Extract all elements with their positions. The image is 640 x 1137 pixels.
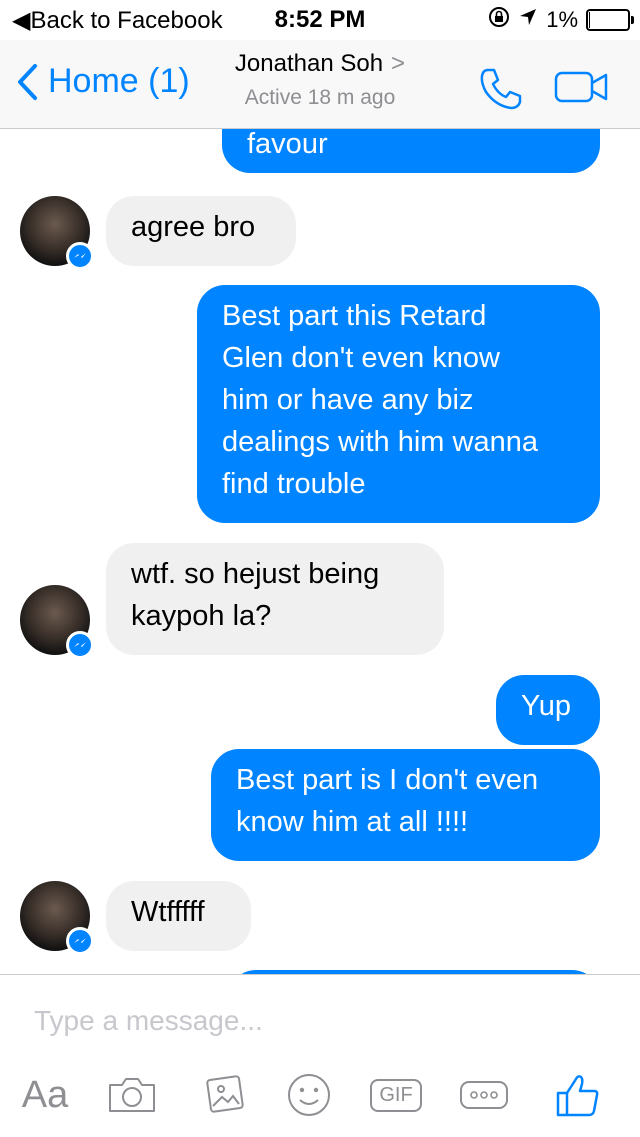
messenger-badge-icon [66,242,94,270]
messenger-badge-icon [66,927,94,955]
contact-name: Jonathan Soh [234,50,384,77]
message-line: wtf. so hejust being [131,558,380,590]
message-bubble-incoming[interactable]: wtf. so hejust being kaypoh la? [106,543,444,655]
phone-icon [480,68,522,110]
battery-icon [586,9,634,31]
emoji-icon[interactable] [284,1065,334,1125]
message-line: find trouble [222,468,366,500]
gif-button[interactable]: GIF [368,1065,424,1125]
location-arrow-icon [518,7,538,33]
message-bubble-outgoing[interactable]: favour [222,129,600,173]
like-icon[interactable] [550,1065,606,1125]
call-button[interactable] [478,66,524,117]
message-text: favour [247,129,328,160]
contact-avatar[interactable] [20,585,94,659]
message-bubble-outgoing[interactable]: Yup [496,675,600,745]
chevron-right-icon: > [391,50,406,77]
camera-icon[interactable] [104,1065,160,1125]
battery-level [589,12,590,28]
message-input[interactable]: Type a message... [34,1005,263,1037]
battery-percent: 1% [546,7,578,32]
message-thread[interactable]: favour agree bro Best part this Retard G… [0,129,640,974]
message-line: him or have any biz [222,384,474,416]
more-icon[interactable] [456,1065,512,1125]
message-bubble-incoming[interactable]: agree bro [106,196,296,266]
message-bubble-outgoing[interactable]: Best part this Retard Glen don't even kn… [197,285,600,523]
message-line: dealings with him wanna [222,426,538,458]
rotation-lock-icon [488,6,510,34]
gif-icon: GIF [370,1078,422,1112]
message-composer: Type a message... Aa GIF [0,974,640,1137]
photo-icon[interactable] [196,1065,252,1125]
message-text: Yup [521,690,571,722]
contact-avatar[interactable] [20,881,94,955]
status-bar: ◀Back to Facebook 8:52 PM 1% [0,0,640,40]
messenger-badge-icon [66,631,94,659]
video-call-button[interactable] [554,70,610,109]
message-line: kaypoh la? [131,600,272,632]
message-text: agree bro [131,211,256,243]
message-line: Best part this Retard [222,300,487,332]
contact-name-button[interactable]: Jonathan Soh > [0,50,640,78]
contact-avatar[interactable] [20,196,94,270]
message-bubble-incoming[interactable]: Wtfffff [106,881,251,951]
message-line: Glen don't even know [222,342,500,374]
active-status: Active 18 m ago [244,86,396,109]
message-bubble-outgoing[interactable]: Best part is I don't even know him at al… [211,749,600,861]
status-indicators: 1% [488,6,634,34]
video-camera-icon [554,71,608,103]
message-line: Best part is I don't even [236,764,539,796]
conversation-header: Home (1) Jonathan Soh > Active 18 m ago [0,40,640,129]
message-text: Wtfffff [131,896,205,928]
text-format-icon[interactable]: Aa [14,1065,76,1125]
message-line: know him at all !!!! [236,806,469,838]
composer-toolbar: Aa GIF [0,1065,640,1125]
